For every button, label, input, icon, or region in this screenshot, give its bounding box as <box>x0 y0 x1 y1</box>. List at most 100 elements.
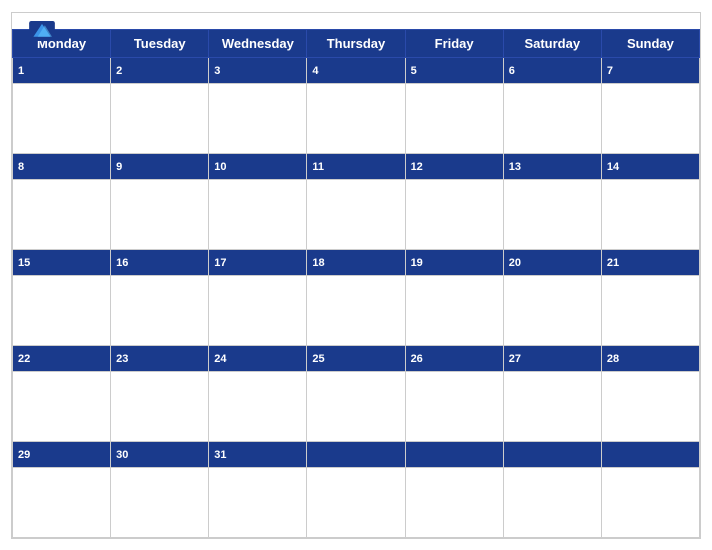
week-3-content-row <box>13 275 700 345</box>
date-num-13: 13 <box>509 161 521 173</box>
calendar-body: 1234567891011121314151617181920212223242… <box>13 57 700 537</box>
week-2-day-4-header: 11 <box>307 153 405 179</box>
week-5-day-2-header: 30 <box>111 441 209 467</box>
date-num-16: 16 <box>116 257 128 269</box>
week-5-day-6-cell <box>503 467 601 537</box>
weekday-header-row: Monday Tuesday Wednesday Thursday Friday… <box>13 29 700 57</box>
date-num-18: 18 <box>312 257 324 269</box>
date-num-15: 15 <box>18 257 30 269</box>
week-3-header-row: 15 16 17 18 19 20 21 <box>13 249 700 275</box>
week-3-day-7-header: 21 <box>601 249 699 275</box>
week-1-header-row: 1 2 3 45 6 7 <box>13 57 700 83</box>
week-4-day-4-header: 25 <box>307 345 405 371</box>
week-4-content-row <box>13 371 700 441</box>
header-saturday: Saturday <box>503 29 601 57</box>
week-1-content-row <box>13 83 700 153</box>
week-4-day-6-header: 27 <box>503 345 601 371</box>
week-3-day-4-cell <box>307 275 405 345</box>
week-3-day-5-header: 19 <box>405 249 503 275</box>
header-tuesday: Tuesday <box>111 29 209 57</box>
date-num-11: 11 <box>312 161 324 173</box>
week-3-day-5-cell <box>405 275 503 345</box>
week-3-day-7-cell <box>601 275 699 345</box>
week-5-header-row: 293031 <box>13 441 700 467</box>
week-1-day-5-header: 5 <box>405 57 503 83</box>
date-num-3: 3 <box>214 65 220 77</box>
week-4-day-5-cell <box>405 371 503 441</box>
week-2-day-6-header: 13 <box>503 153 601 179</box>
date-num-17: 17 <box>214 257 226 269</box>
week-3-day-3-header: 17 <box>209 249 307 275</box>
date-num-25: 25 <box>312 353 324 365</box>
week-1-day-5-cell <box>405 83 503 153</box>
date-num-5: 5 <box>411 65 417 77</box>
week-2-day-1-header: 8 <box>13 153 111 179</box>
week-4-day-3-cell <box>209 371 307 441</box>
week-5-day-7-header <box>601 441 699 467</box>
week-4-day-2-header: 23 <box>111 345 209 371</box>
week-2-day-3-header: 10 <box>209 153 307 179</box>
date-num-1: 1 <box>18 65 24 77</box>
date-num-21: 21 <box>607 257 619 269</box>
week-3-day-1-header: 15 <box>13 249 111 275</box>
week-2-day-7-header: 14 <box>601 153 699 179</box>
header-wednesday: Wednesday <box>209 29 307 57</box>
header-thursday: Thursday <box>307 29 405 57</box>
week-1-day-6-cell <box>503 83 601 153</box>
calendar-header <box>12 13 700 29</box>
week-5-day-6-header <box>503 441 601 467</box>
date-num-22: 22 <box>18 353 30 365</box>
date-num-28: 28 <box>607 353 619 365</box>
week-1-day-1-header: 1 <box>13 57 111 83</box>
date-num-31: 31 <box>214 449 226 461</box>
week-4-header-row: 22 23 24 25 26 27 28 <box>13 345 700 371</box>
week-3-day-6-header: 20 <box>503 249 601 275</box>
week-1-day-1-cell <box>13 83 111 153</box>
week-1-day-4-header: 4 <box>307 57 405 83</box>
week-2-day-6-cell <box>503 179 601 249</box>
week-4-day-4-cell <box>307 371 405 441</box>
week-2-day-3-cell <box>209 179 307 249</box>
week-1-day-7-cell <box>601 83 699 153</box>
week-5-day-3-cell <box>209 467 307 537</box>
week-5-day-2-cell <box>111 467 209 537</box>
week-5-day-4-header <box>307 441 405 467</box>
week-4-day-7-header: 28 <box>601 345 699 371</box>
date-num-8: 8 <box>18 161 24 173</box>
date-num-10: 10 <box>214 161 226 173</box>
date-num-12: 12 <box>411 161 423 173</box>
date-num-19: 19 <box>411 257 423 269</box>
week-2-day-2-cell <box>111 179 209 249</box>
date-num-26: 26 <box>411 353 423 365</box>
date-num-20: 20 <box>509 257 521 269</box>
week-4-day-6-cell <box>503 371 601 441</box>
week-3-day-1-cell <box>13 275 111 345</box>
calendar-table: Monday Tuesday Wednesday Thursday Friday… <box>12 29 700 538</box>
header-friday: Friday <box>405 29 503 57</box>
week-4-day-5-header: 26 <box>405 345 503 371</box>
date-num-2: 2 <box>116 65 122 77</box>
week-2-content-row <box>13 179 700 249</box>
week-4-day-3-header: 24 <box>209 345 307 371</box>
date-num-6: 6 <box>509 65 515 77</box>
week-2-day-7-cell <box>601 179 699 249</box>
week-4-day-7-cell <box>601 371 699 441</box>
week-3-day-2-cell <box>111 275 209 345</box>
week-1-day-3-cell <box>209 83 307 153</box>
week-1-day-7-header: 7 <box>601 57 699 83</box>
date-num-27: 27 <box>509 353 521 365</box>
week-5-day-3-header: 31 <box>209 441 307 467</box>
week-5-day-4-cell <box>307 467 405 537</box>
calendar-container: Monday Tuesday Wednesday Thursday Friday… <box>11 12 701 539</box>
date-num-9: 9 <box>116 161 122 173</box>
week-2-day-4-cell <box>307 179 405 249</box>
week-2-day-1-cell <box>13 179 111 249</box>
week-1-day-3-header: 3 <box>209 57 307 83</box>
week-2-day-5-header: 12 <box>405 153 503 179</box>
week-1-day-2-header: 2 <box>111 57 209 83</box>
generalblue-logo-icon <box>28 21 56 41</box>
week-2-day-5-cell <box>405 179 503 249</box>
week-3-day-6-cell <box>503 275 601 345</box>
week-1-day-2-cell <box>111 83 209 153</box>
date-num-23: 23 <box>116 353 128 365</box>
